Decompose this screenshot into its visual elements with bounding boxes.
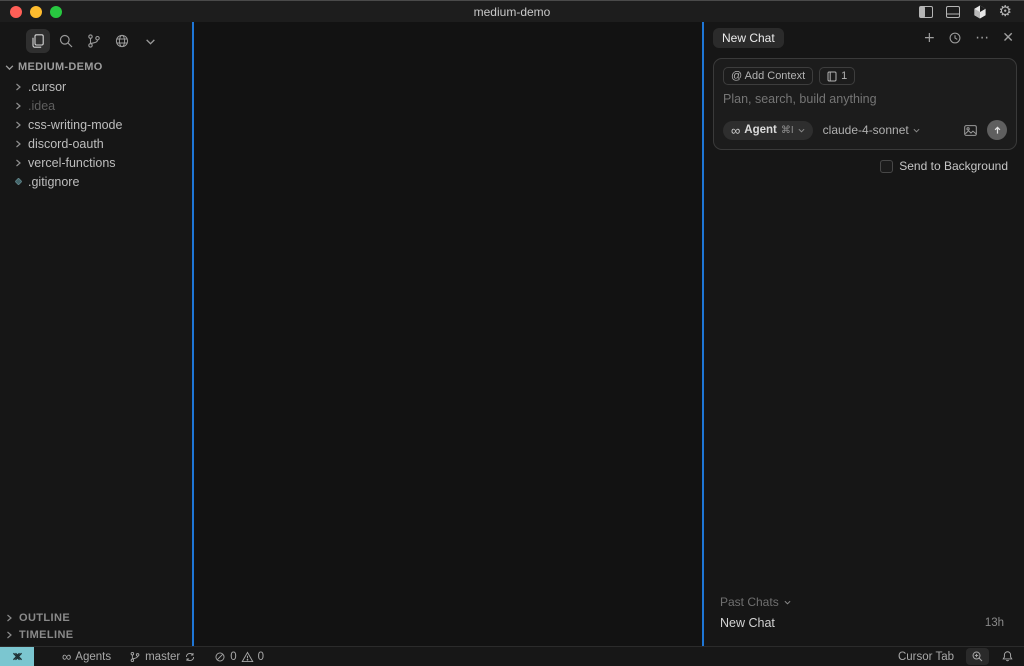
model-label: claude-4-sonnet [822, 123, 909, 137]
infinity-icon: ∞ [731, 122, 741, 138]
close-window-button[interactable] [10, 5, 22, 18]
remote-indicator[interactable] [0, 647, 34, 666]
chat-tab-new-chat[interactable]: New Chat [713, 28, 784, 48]
timeline-section-header[interactable]: TIMELINE [0, 627, 192, 646]
outline-label: OUTLINE [19, 611, 71, 624]
maximize-window-button[interactable] [50, 5, 62, 18]
timeline-label: TIMELINE [19, 628, 74, 641]
past-chat-item[interactable]: New Chat 13h [704, 609, 1024, 646]
app-window: medium-demo ⚙ MEDIUM-DEMO .cursor .idea … [0, 0, 1024, 666]
project-name-label: MEDIUM-DEMO [18, 61, 103, 73]
explorer-project-header[interactable]: MEDIUM-DEMO [0, 57, 192, 77]
cursor-logo-icon[interactable] [972, 4, 988, 20]
problems-status-item[interactable]: 0 0 [212, 651, 266, 663]
warnings-icon [241, 650, 254, 663]
git-branch-status-item[interactable]: master [127, 651, 198, 663]
chevron-right-icon [14, 159, 23, 167]
git-branch-icon [129, 651, 141, 663]
chevron-right-icon [14, 140, 23, 148]
search-icon[interactable] [54, 29, 78, 53]
outline-section-header[interactable]: OUTLINE [0, 608, 192, 627]
folder-label: discord-oauth [28, 136, 104, 151]
past-chat-time: 13h [984, 617, 1004, 629]
add-context-chip[interactable]: @ Add Context [723, 67, 814, 85]
window-controls [10, 5, 62, 18]
send-to-background-label: Send to Background [899, 159, 1008, 173]
tree-item-gitignore[interactable]: .gitignore [0, 172, 192, 191]
tree-item-idea[interactable]: .idea [0, 96, 192, 115]
open-tabs-icon [827, 71, 837, 82]
title-bar: medium-demo ⚙ [0, 0, 1024, 22]
agent-mode-dropdown[interactable]: ∞ Agent ⌘I [723, 120, 813, 140]
toggle-panel-icon[interactable] [945, 4, 961, 20]
chevron-down-icon [784, 599, 791, 606]
errors-icon [214, 651, 226, 663]
branch-name-label: master [145, 650, 181, 663]
model-dropdown[interactable]: claude-4-sonnet [823, 123, 920, 137]
folder-label: .cursor [28, 79, 67, 94]
source-control-icon[interactable] [82, 29, 106, 53]
tree-item-css-writing-mode[interactable]: css-writing-mode [0, 115, 192, 134]
infinity-icon: ∞ [62, 649, 72, 664]
send-to-background-row: Send to Background [704, 150, 1024, 173]
file-tree: .cursor .idea css-writing-mode discord-o… [0, 77, 192, 191]
git-file-diamond-icon [14, 176, 23, 187]
tree-item-vercel-functions[interactable]: vercel-functions [0, 153, 192, 172]
send-to-background-checkbox[interactable] [880, 159, 894, 173]
minimize-window-button[interactable] [30, 5, 42, 18]
open-tabs-chip[interactable]: 1 [819, 67, 856, 85]
window-title: medium-demo [473, 4, 551, 19]
tree-item-cursor[interactable]: .cursor [0, 77, 192, 96]
attach-image-icon[interactable] [963, 123, 978, 138]
past-chat-title: New Chat [720, 616, 775, 630]
errors-count: 0 [230, 650, 237, 663]
more-actions-icon[interactable]: ⋯ [975, 31, 989, 45]
tree-item-discord-oauth[interactable]: discord-oauth [0, 134, 192, 153]
editor-empty-area [194, 22, 702, 646]
chevron-right-icon [14, 121, 23, 129]
file-label: .gitignore [28, 174, 80, 189]
sync-icon [184, 651, 196, 663]
chevron-right-icon [14, 102, 23, 110]
folder-label: css-writing-mode [28, 117, 123, 132]
toggle-sidebar-icon[interactable] [918, 4, 934, 20]
chevron-right-icon [5, 614, 13, 622]
open-tabs-count: 1 [841, 70, 848, 82]
extensions-icon[interactable] [110, 29, 134, 53]
activity-toolbar [0, 22, 192, 57]
agents-status-item[interactable]: ∞ Agents [60, 650, 113, 663]
chevron-down-icon [5, 63, 14, 72]
send-message-button[interactable] [987, 120, 1007, 140]
close-panel-icon[interactable]: ✕ [1002, 31, 1014, 45]
agents-label: Agents [75, 650, 112, 663]
agent-mode-label: Agent [744, 124, 777, 136]
status-bar: ∞ Agents master 0 0 Cursor Tab [0, 646, 1024, 666]
chat-header: New Chat + ⋯ ✕ [704, 22, 1024, 52]
chevron-down-icon [798, 127, 805, 134]
chat-message-input[interactable] [723, 92, 1007, 106]
explorer-icon[interactable] [26, 29, 50, 53]
chat-history-icon[interactable] [948, 31, 962, 45]
chat-input-card: @ Add Context 1 ∞ Agent ⌘I claud [713, 58, 1017, 150]
notifications-bell-icon[interactable] [999, 650, 1016, 663]
warnings-count: 0 [257, 650, 265, 663]
cursor-tab-status-item[interactable]: Cursor Tab [896, 651, 956, 663]
chevron-right-icon [14, 83, 23, 91]
past-chats-header[interactable]: Past Chats [704, 595, 1024, 609]
folder-label: vercel-functions [28, 155, 116, 170]
chevron-down-icon [913, 127, 920, 134]
chat-panel: New Chat + ⋯ ✕ @ Add Context 1 Plan, sea… [704, 22, 1024, 646]
chevron-right-icon [5, 631, 13, 639]
more-views-chevron-icon[interactable] [138, 29, 162, 53]
folder-label: .idea [28, 98, 56, 113]
settings-gear-icon[interactable]: ⚙ [999, 4, 1012, 19]
screencast-zoom-icon[interactable] [966, 648, 989, 665]
sidebar: MEDIUM-DEMO .cursor .idea css-writing-mo… [0, 22, 192, 646]
new-chat-plus-icon[interactable]: + [924, 31, 936, 45]
past-chats-label: Past Chats [720, 595, 779, 609]
agent-shortcut-label: ⌘I [780, 124, 794, 136]
